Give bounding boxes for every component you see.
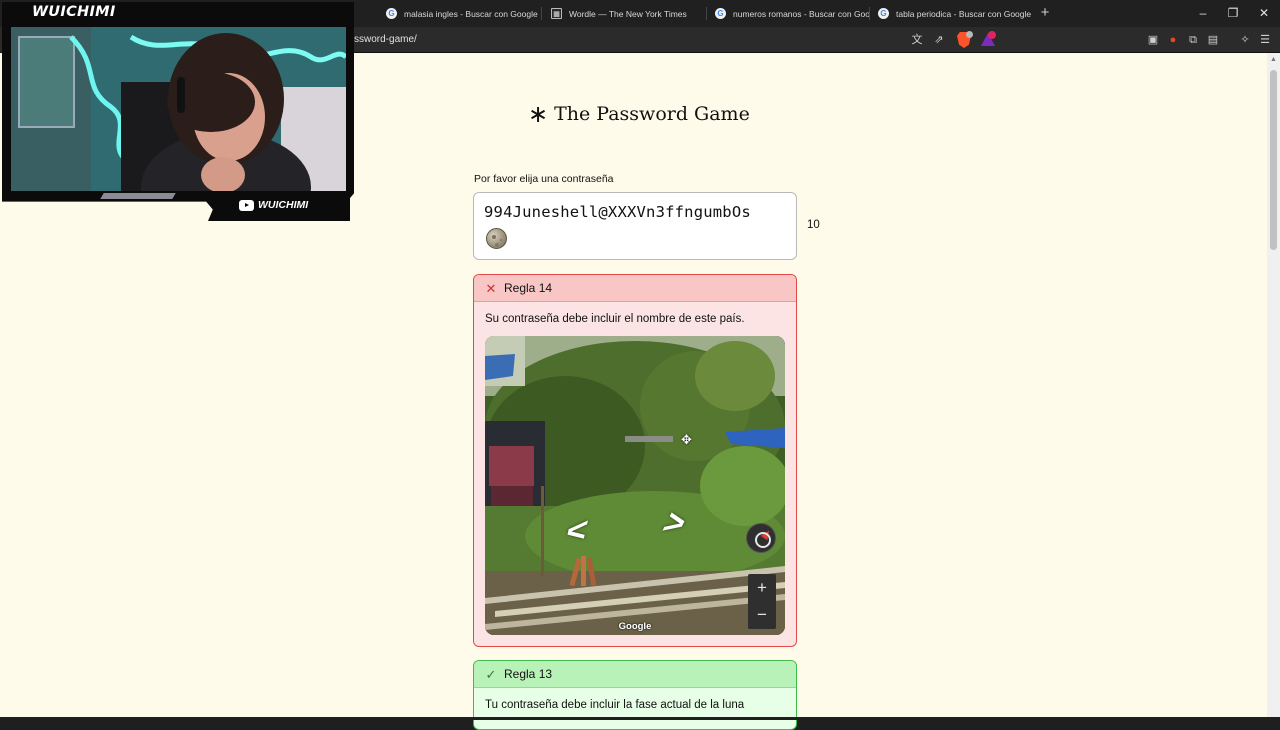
password-value[interactable]: 994Juneshell@XXXVn3ffngumbOs [484, 203, 751, 221]
youtube-handle: WUICHIMI [239, 199, 308, 211]
google-attribution: Google [618, 621, 652, 632]
translate-icon[interactable]: 文 [909, 32, 925, 48]
moon-emoji-icon [486, 228, 507, 249]
google-icon: G [386, 8, 397, 19]
webcam-scene [11, 27, 346, 191]
restore-button[interactable]: ❐ [1225, 4, 1241, 22]
nyt-icon: ▦ [551, 8, 562, 19]
handle-text: WUICHIMI [258, 199, 309, 211]
tab-label: malasia ingles - Buscar con Google [404, 8, 538, 19]
streamer-logo: WUICHIMI [32, 4, 116, 20]
password-label: Por favor elija una contraseña [474, 173, 614, 185]
rewards-badge [988, 31, 996, 39]
rule-header: ✓ Regla 13 [474, 661, 796, 688]
extensions-puzzle-icon[interactable]: ⧉ [1185, 32, 1201, 48]
tab-label: Wordle — The New York Times [569, 8, 687, 19]
shields-badge [966, 31, 973, 38]
share-icon[interactable]: ⇗ [931, 32, 947, 48]
rule-description: Tu contraseña debe incluir la fase actua… [485, 699, 745, 711]
webcam-video [11, 27, 346, 191]
page-title: ∗ The Password Game [528, 101, 750, 127]
youtube-icon [239, 199, 254, 211]
rule-title: Regla 13 [504, 667, 553, 681]
tab-label: numeros romanos - Buscar con Goog [733, 8, 869, 19]
scroll-up-arrow-icon[interactable]: ▲ [1268, 55, 1279, 65]
asterisk-icon: ∗ [528, 100, 549, 128]
google-icon: G [715, 8, 726, 19]
close-window-button[interactable]: ✕ [1256, 4, 1272, 22]
rule-title: Regla 14 [504, 281, 553, 295]
street-view-image [485, 336, 785, 635]
webcam-overlay: WUICHIMI WUICHIMI [0, 0, 356, 221]
x-icon: ✕ [485, 280, 497, 296]
tab-wordle[interactable]: ▦ Wordle — The New York Times [543, 0, 705, 27]
extension-icon[interactable]: ▣ [1145, 32, 1161, 48]
tab-tabla-periodica[interactable]: G tabla periodica - Buscar con Google [870, 0, 1035, 27]
password-length: 10 [807, 219, 820, 231]
minimize-button[interactable]: – [1195, 4, 1211, 22]
url-text[interactable]: ssword-game/ [354, 32, 417, 48]
move-cursor-icon: ✥ [681, 432, 692, 447]
leo-ai-icon[interactable]: ✧ [1237, 32, 1253, 48]
sidebar-icon[interactable]: ▤ [1205, 32, 1221, 48]
tab-divider [541, 7, 542, 20]
webcam-accent-bar [100, 193, 176, 199]
zoom-in-button[interactable]: + [748, 574, 776, 601]
compass-icon[interactable] [747, 524, 775, 552]
extension-icon[interactable]: ● [1165, 32, 1181, 48]
tab-label: tabla periodica - Buscar con Google [896, 8, 1032, 19]
checkmark-icon: ✓ [485, 666, 497, 682]
street-view-panorama[interactable]: ✥ < > + − Google [485, 336, 785, 635]
rule-header: ✕ Regla 14 [474, 275, 796, 302]
new-tab-button[interactable]: + [1038, 4, 1052, 22]
tab-malasia[interactable]: G malasia ingles - Buscar con Google [378, 0, 540, 27]
menu-icon[interactable]: ☰ [1257, 32, 1273, 48]
page-title-text: The Password Game [554, 103, 750, 125]
rule-description: Su contraseña debe incluir el nombre de … [485, 313, 745, 325]
scrollbar-thumb[interactable] [1270, 70, 1277, 250]
tab-numeros-romanos[interactable]: G numeros romanos - Buscar con Goog [707, 0, 869, 27]
google-icon: G [878, 8, 889, 19]
